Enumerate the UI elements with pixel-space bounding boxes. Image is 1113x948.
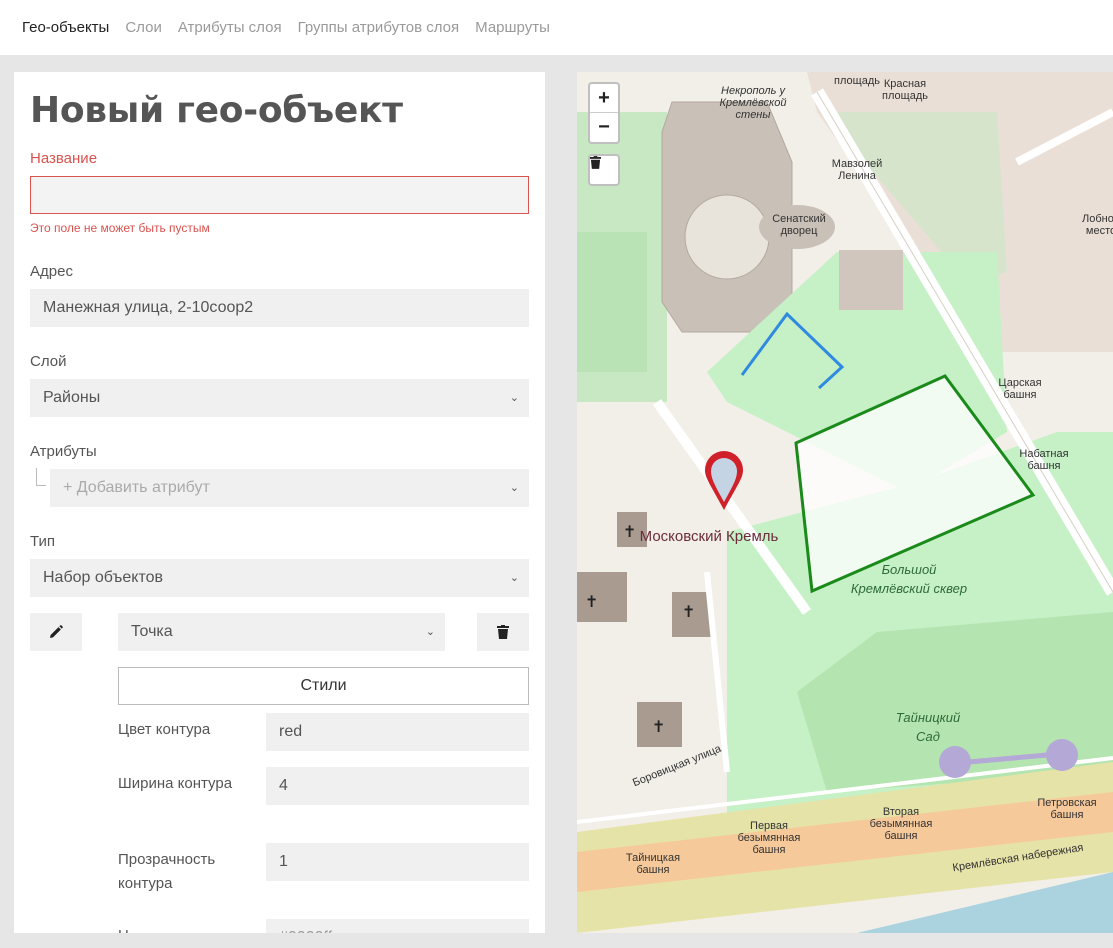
add-attribute-select[interactable]: + Добавить атрибут ⌄ xyxy=(50,469,529,507)
name-label: Название xyxy=(30,150,98,167)
map-label-square-top: площадь xyxy=(834,75,880,87)
tree-connector xyxy=(36,468,46,486)
page-title: Новый гео-объект xyxy=(30,90,403,131)
nav-attribute-groups[interactable]: Группы атрибутов слоя xyxy=(298,19,460,36)
map-label-first-tower: Первая безымянная башня xyxy=(737,820,801,856)
zoom-controls: + − xyxy=(588,82,620,144)
map-label-petrovskaya: Петровская башня xyxy=(1037,797,1097,821)
type-label: Тип xyxy=(30,533,56,550)
map-label-taynitskaya: Тайницкая башня xyxy=(625,852,681,876)
nav-layer-attributes[interactable]: Атрибуты слоя xyxy=(178,19,282,36)
nav-geo-objects[interactable]: Гео-объекты xyxy=(22,19,109,36)
fill-color-input[interactable]: #0000ff xyxy=(266,919,529,933)
trash-icon xyxy=(590,156,601,169)
layer-label: Слой xyxy=(30,353,67,370)
map-label-kremlin: Московский Кремль xyxy=(639,528,779,545)
edit-button[interactable] xyxy=(30,613,82,651)
fill-color-label: Ц xyxy=(118,924,129,933)
pencil-icon xyxy=(50,625,63,638)
svg-text:✝: ✝ xyxy=(652,719,665,736)
svg-text:✝: ✝ xyxy=(623,524,636,541)
map-view[interactable]: ✝ ✝ ✝ ✝ + − Московский Кремль Сенатский … xyxy=(577,72,1113,933)
type-select[interactable]: Набор объектов ⌄ xyxy=(30,559,529,597)
layer-select[interactable]: Районы ⌄ xyxy=(30,379,529,417)
attributes-label: Атрибуты xyxy=(30,443,97,460)
delete-item-button[interactable] xyxy=(477,613,529,651)
nav-routes[interactable]: Маршруты xyxy=(475,19,550,36)
delete-shapes-button[interactable] xyxy=(588,154,620,186)
geometry-select[interactable]: Точка ⌄ xyxy=(118,613,445,651)
stroke-width-input[interactable]: 4 xyxy=(266,767,529,805)
chevron-down-icon: ⌄ xyxy=(425,626,435,638)
zoom-in-button[interactable]: + xyxy=(590,84,618,113)
map-label-nabatnaya: Набатная башня xyxy=(1019,448,1069,472)
zoom-out-button[interactable]: − xyxy=(590,113,618,142)
address-input[interactable]: Манежная улица, 2-10соор2 xyxy=(30,289,529,327)
stroke-width-label: Ширина контура xyxy=(118,775,233,792)
layer-value: Районы xyxy=(43,389,101,406)
name-error: Это поле не может быть пустым xyxy=(30,221,210,235)
svg-text:✝: ✝ xyxy=(682,604,695,621)
map-label-mausoleum: Мавзолей Ленина xyxy=(831,158,883,182)
address-label: Адрес xyxy=(30,263,73,280)
type-value: Набор объектов xyxy=(43,569,164,586)
geometry-value: Точка xyxy=(131,623,173,640)
stroke-color-input[interactable]: red xyxy=(266,713,529,751)
styles-button[interactable]: Стили xyxy=(118,667,529,705)
nav-layers[interactable]: Слои xyxy=(125,19,161,36)
stroke-opacity-input[interactable]: 1 xyxy=(266,843,529,881)
map-label-senate: Сенатский дворец xyxy=(772,213,826,237)
chevron-down-icon: ⌄ xyxy=(509,572,519,584)
map-label-necropolis: Некрополь у Кремлёвской стены xyxy=(719,85,787,121)
map-label-second-tower: Вторая безымянная башня xyxy=(869,806,933,842)
chevron-down-icon: ⌄ xyxy=(509,482,519,494)
trash-icon xyxy=(497,625,509,639)
stroke-color-label: Цвет контура xyxy=(118,721,211,738)
top-navigation: Гео-объекты Слои Атрибуты слоя Группы ат… xyxy=(0,0,1113,55)
map-label-tsarskaya: Царская башня xyxy=(998,377,1042,401)
geo-object-form: Новый гео-объект Название Это поле не мо… xyxy=(14,72,545,933)
name-input[interactable] xyxy=(30,176,529,214)
map-label-lobnoe: Лобное место xyxy=(1082,213,1113,237)
stroke-opacity-label: Прозрачность контура xyxy=(118,851,216,892)
map-label-taynitsky-garden: Тайницкий Сад xyxy=(895,710,961,744)
add-attribute-placeholder: + Добавить атрибут xyxy=(63,479,210,496)
svg-text:✝: ✝ xyxy=(585,594,598,611)
chevron-down-icon: ⌄ xyxy=(509,392,519,404)
map-label-big-square: Большой Кремлёвский сквер xyxy=(850,562,968,596)
